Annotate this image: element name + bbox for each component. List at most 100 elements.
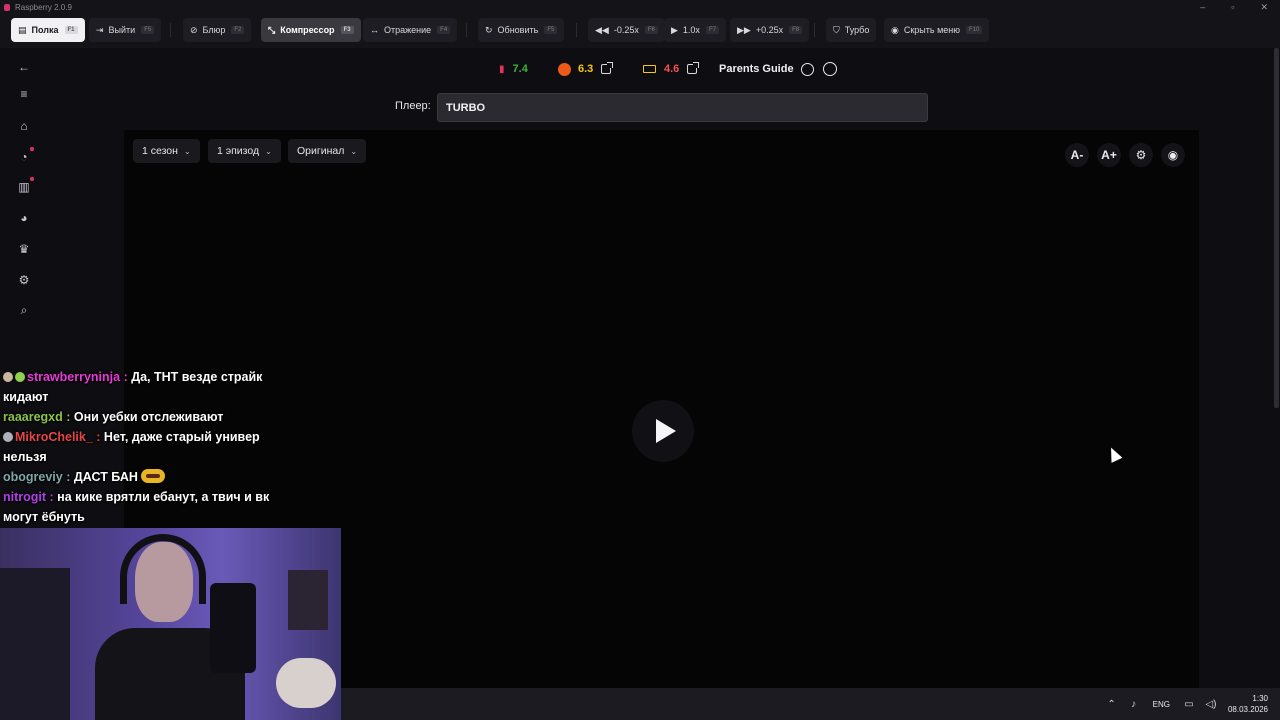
chat-message: obogreviy : ДАСТ БАН	[3, 467, 293, 487]
hide-menu-button[interactable]: ◉ Скрыть меню F10	[884, 18, 990, 42]
font-smaller-label: A-	[1070, 148, 1084, 162]
speed-normal-button[interactable]: ▶ 1.0x F7	[664, 18, 726, 42]
maximize-icon[interactable]: ▫	[1231, 2, 1234, 12]
clock[interactable]: 1:30 08.03.2026	[1228, 693, 1268, 715]
player-select[interactable]: TURBO	[437, 93, 928, 122]
font-larger-label: A+	[1101, 148, 1117, 162]
speed-down-button[interactable]: ◀◀ -0.25x F6	[588, 18, 665, 42]
chat-username: MikroChelik_	[15, 430, 93, 444]
parents-guide-label: Parents Guide	[719, 63, 794, 75]
turbo-label: Турбо	[844, 25, 870, 35]
microphone-icon[interactable]: ♪	[1123, 699, 1145, 710]
page-scrollbar[interactable]	[1274, 48, 1279, 408]
font-larger-button[interactable]: A+	[1097, 143, 1121, 167]
chat-message: MikroChelik_ : Нет, даже старый универ н…	[3, 430, 260, 464]
minimize-icon[interactable]: –	[1200, 2, 1205, 12]
sidebar-item-explore[interactable]: ◕	[14, 208, 34, 228]
sidebar-item-home[interactable]: ⌂	[14, 116, 34, 136]
player-select-value: TURBO	[446, 101, 486, 114]
chevron-down-icon: ⌄	[183, 146, 191, 156]
toolbar-divider	[170, 23, 171, 37]
exit-icon: ⇥	[96, 24, 104, 35]
app-logo-icon	[4, 3, 10, 11]
menu-button[interactable]: ≡	[14, 84, 34, 104]
sidebar-item-library[interactable]: ▥	[14, 177, 34, 197]
notification-dot	[30, 177, 34, 181]
shelf-label: Полка	[31, 25, 59, 35]
sidebar-item-achievements[interactable]: ♛	[14, 239, 34, 259]
kp-rating: ▮ 7.4	[499, 58, 528, 80]
toolbar-divider	[814, 23, 815, 37]
sidebar: ← ≡ ⌂ ◔ ▥ ◕ ♛ ⚙ ⌕	[0, 48, 48, 363]
chevron-up-icon[interactable]: ⌃	[1101, 699, 1123, 710]
notification-dot	[30, 147, 34, 151]
shikimori-rating[interactable]: 6.3	[558, 58, 614, 80]
exit-label: Выйти	[108, 25, 136, 35]
ratings-bar: ▮ 7.4 6.3 4.6 Parents Guide	[0, 58, 1280, 80]
gear-icon: ⚙	[18, 273, 30, 287]
hamburger-icon: ≡	[20, 87, 28, 101]
smiley-icon	[800, 62, 814, 76]
eye-icon: ◉	[1167, 148, 1179, 162]
toolbar-divider	[576, 23, 577, 37]
speed-up-label: +0.25x	[755, 25, 784, 35]
shikimori-logo-icon	[558, 62, 571, 76]
speed-up-button[interactable]: ▶▶ +0.25x F8	[730, 18, 810, 42]
webcam-object	[288, 570, 328, 630]
visibility-toggle-button[interactable]: ◉	[1161, 143, 1185, 167]
player-settings-button[interactable]: ⚙	[1129, 143, 1153, 167]
chat-username: raaaregxd	[3, 410, 63, 424]
toolbar: ▤ Полка F1 ⇥ Выйти F5 ⊘ Блюр F2 ⤡ Компре…	[0, 14, 1280, 48]
font-smaller-button[interactable]: A-	[1065, 143, 1089, 167]
language-indicator[interactable]: ENG	[1153, 700, 1170, 709]
play-button[interactable]	[632, 400, 694, 462]
mirror-key: F4	[437, 26, 451, 34]
hide-menu-label: Скрыть меню	[903, 25, 960, 35]
book-icon: ▤	[18, 24, 27, 35]
eye-off-icon: ⊘	[190, 24, 198, 35]
volume-icon[interactable]: ◁)	[1200, 699, 1222, 710]
external-link-icon[interactable]	[601, 62, 614, 74]
history-icon: ◔	[20, 150, 28, 164]
chat-overlay: strawberryninja : Да, ТНТ везде страйк к…	[0, 366, 300, 528]
external-link-icon[interactable]	[687, 62, 700, 74]
chat-message: raaaregxd : Они уебки отслеживают	[3, 410, 224, 424]
sidebar-item-history[interactable]: ◔	[14, 147, 34, 167]
blur-button[interactable]: ⊘ Блюр F2	[183, 18, 252, 42]
close-icon[interactable]: ✕	[1260, 2, 1268, 13]
chat-username: nitrogit	[3, 490, 47, 504]
book-icon: ▥	[18, 180, 30, 194]
refresh-button[interactable]: ↻ Обновить F5	[478, 18, 565, 42]
chat-username: obogreviy	[3, 470, 63, 484]
kp-rating-value: 7.4	[512, 63, 528, 75]
webcam-shelf	[0, 568, 70, 720]
exit-key: F5	[141, 26, 155, 34]
audio-dropdown[interactable]: Оригинал ⌄	[288, 139, 367, 163]
chat-username: strawberryninja	[27, 370, 121, 384]
imdb-rating[interactable]: 4.6	[643, 58, 700, 80]
play-icon: ▶	[671, 24, 678, 35]
shikimori-rating-value: 6.3	[578, 63, 594, 75]
sidebar-item-settings[interactable]: ⚙	[14, 270, 34, 290]
shelf-button[interactable]: ▤ Полка F1	[11, 18, 85, 42]
webcam-overlay	[0, 528, 341, 720]
kp-logo-icon: ▮	[499, 63, 505, 75]
microphone-icon	[210, 583, 256, 673]
blur-key: F2	[231, 26, 245, 34]
episode-dropdown[interactable]: 1 эпизод ⌄	[208, 139, 281, 163]
exit-button[interactable]: ⇥ Выйти F5	[89, 18, 162, 42]
imdb-rating-value: 4.6	[664, 63, 680, 75]
network-icon[interactable]: ▭	[1178, 699, 1200, 710]
turbo-button[interactable]: ⛉ Турбо	[826, 18, 877, 42]
season-dropdown[interactable]: 1 сезон ⌄	[133, 139, 200, 163]
mirror-button[interactable]: ↔ Отражение F4	[363, 18, 458, 42]
compressor-button[interactable]: ⤡ Компрессор F3	[261, 18, 361, 42]
shield-icon: ⛉	[833, 24, 840, 35]
search-icon: ⌕	[20, 302, 28, 317]
fast-forward-icon: ▶▶	[737, 24, 751, 35]
play-icon	[655, 419, 676, 443]
sidebar-item-search[interactable]: ⌕	[14, 300, 34, 320]
user-badge-icon	[15, 372, 25, 382]
parents-guide[interactable]: Parents Guide	[719, 58, 837, 80]
shelf-key: F1	[64, 26, 78, 34]
